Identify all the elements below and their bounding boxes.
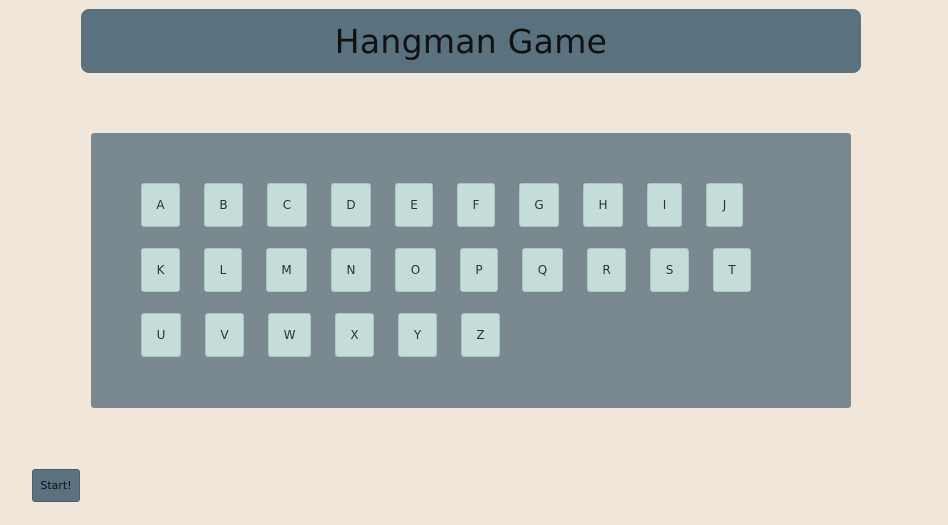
letter-keyboard: A B C D E F G H I J K L M N O P Q R S T …: [91, 133, 851, 408]
letter-key-d[interactable]: D: [331, 183, 371, 227]
letter-key-a[interactable]: A: [141, 183, 180, 227]
page-title: Hangman Game: [334, 21, 608, 61]
letter-key-l[interactable]: L: [204, 248, 242, 292]
letter-key-x[interactable]: X: [335, 313, 374, 357]
letter-key-q[interactable]: Q: [522, 248, 563, 292]
letter-key-e[interactable]: E: [395, 183, 433, 227]
letter-key-b[interactable]: B: [204, 183, 243, 227]
letter-key-i[interactable]: I: [647, 183, 682, 227]
letter-key-w[interactable]: W: [268, 313, 311, 357]
letter-key-o[interactable]: O: [395, 248, 436, 292]
letter-key-v[interactable]: V: [205, 313, 244, 357]
letter-key-y[interactable]: Y: [398, 313, 437, 357]
start-button[interactable]: Start!: [32, 469, 80, 502]
letter-key-p[interactable]: P: [460, 248, 498, 292]
letter-key-k[interactable]: K: [141, 248, 180, 292]
letter-key-h[interactable]: H: [583, 183, 623, 227]
letter-key-z[interactable]: Z: [461, 313, 500, 357]
title-bar: Hangman Game: [81, 9, 861, 73]
letter-key-n[interactable]: N: [331, 248, 371, 292]
letter-key-u[interactable]: U: [141, 313, 181, 357]
letter-key-s[interactable]: S: [650, 248, 689, 292]
letter-key-j[interactable]: J: [706, 183, 743, 227]
letter-key-r[interactable]: R: [587, 248, 626, 292]
letter-key-m[interactable]: M: [266, 248, 307, 292]
letter-key-f[interactable]: F: [457, 183, 495, 227]
letter-key-g[interactable]: G: [519, 183, 559, 227]
letter-key-c[interactable]: C: [267, 183, 307, 227]
letter-key-t[interactable]: T: [713, 248, 751, 292]
